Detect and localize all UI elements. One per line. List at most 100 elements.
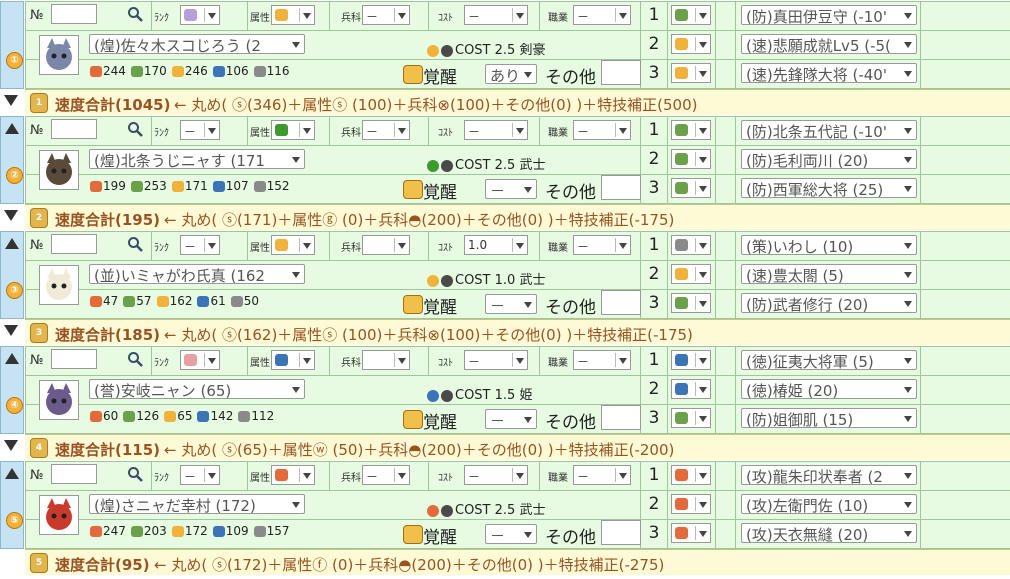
skill-select[interactable]: (徳)椿姫 (20) [741, 379, 917, 400]
rank-select[interactable] [180, 350, 220, 370]
heika-select[interactable] [362, 350, 410, 370]
job-select[interactable]: － [573, 5, 631, 25]
skill-select[interactable]: (防)西軍総大将 (25) [741, 178, 917, 199]
search-icon[interactable] [127, 466, 143, 482]
kakusei-select-value: － [490, 297, 506, 315]
skill-select[interactable]: (速)悲願成就Lv5 (-5( [741, 34, 917, 55]
cost-select[interactable]: － [464, 465, 528, 485]
other-input[interactable] [601, 175, 641, 200]
other-input[interactable] [601, 520, 641, 545]
cost-text: COST 2.5 武士 [455, 503, 546, 518]
skill-type-select[interactable] [671, 465, 711, 485]
chevron-down-icon [699, 272, 707, 278]
skill-select[interactable]: (防)武者修行 (20) [741, 293, 917, 314]
no-input[interactable] [51, 349, 97, 369]
skill-select[interactable]: (攻)左衛門佐 (10) [741, 494, 917, 515]
move-down-button[interactable] [4, 440, 18, 451]
skill-type-select[interactable] [671, 5, 711, 25]
chevron-down-icon [699, 157, 707, 163]
cost-select[interactable]: － [464, 120, 528, 140]
no-input[interactable] [51, 119, 97, 139]
search-icon[interactable] [127, 6, 143, 22]
kakusei-select[interactable]: － [485, 294, 537, 315]
unit-select[interactable]: (並)いミャがわ氏真 (162 [89, 264, 305, 285]
cost-label: ｺｽﾄ [438, 358, 453, 369]
skill-select[interactable]: (防)姐御肌 (15) [741, 408, 917, 429]
job-select[interactable]: － [573, 120, 631, 140]
attr-select[interactable] [271, 465, 315, 485]
cost-text: COST 2.5 武士 [455, 158, 546, 173]
chevron-down-icon [303, 13, 311, 19]
skill-type-select[interactable] [671, 264, 711, 284]
heika-select[interactable]: － [362, 120, 410, 140]
move-down-button[interactable] [4, 210, 18, 221]
unit-select[interactable]: (煌)北条うじニャす (171 [89, 149, 305, 170]
kakusei-select[interactable]: － [485, 409, 537, 430]
search-icon[interactable] [127, 236, 143, 252]
job-select[interactable]: － [573, 350, 631, 370]
kakusei-select[interactable]: あり [485, 64, 537, 85]
job-select-value: － [577, 470, 590, 484]
attr-select[interactable] [271, 120, 315, 140]
move-down-button[interactable] [4, 95, 18, 106]
no-input[interactable] [51, 464, 97, 484]
skill-select[interactable]: (防)北条五代記 (-10' [741, 120, 917, 141]
heika-select[interactable]: － [362, 465, 410, 485]
other-input[interactable] [601, 60, 641, 85]
skill-select[interactable]: (速)豊太閤 (5) [741, 264, 917, 285]
unit-select[interactable]: (煌)佐々木スコじろう (2 [89, 34, 305, 55]
skill-select[interactable]: (徳)征夷大将軍 (5) [741, 350, 917, 371]
skill-select[interactable]: (速)先鋒隊大将 (-40' [741, 63, 917, 84]
move-up-button[interactable] [5, 468, 19, 479]
cost-select[interactable]: － [464, 350, 528, 370]
rank-select[interactable]: － [180, 465, 220, 485]
defense-icon [675, 9, 688, 21]
other-input[interactable] [601, 290, 641, 315]
search-icon[interactable] [127, 351, 143, 367]
search-icon[interactable] [127, 121, 143, 137]
skill-type-select[interactable] [671, 293, 711, 313]
attr-select[interactable] [271, 235, 315, 255]
heika-select[interactable] [362, 235, 410, 255]
cost-select[interactable]: － [464, 5, 528, 25]
no-input[interactable] [51, 234, 97, 254]
skill-select[interactable]: (攻)天衣無縫 (20) [741, 523, 917, 544]
unit-select[interactable]: (煌)さニャだ幸村 (172) [89, 494, 305, 515]
kakusei-select[interactable]: － [485, 179, 537, 200]
skill-type-select[interactable] [671, 379, 711, 399]
rank-select[interactable]: － [180, 235, 220, 255]
cost-select[interactable]: 1.0 [464, 235, 528, 255]
move-up-button[interactable] [5, 238, 19, 249]
skill-select[interactable]: (攻)龍朱印状奉者 (2 [741, 465, 917, 486]
skill-type-select[interactable] [671, 494, 711, 514]
skill-select[interactable]: (策)いわし (10) [741, 235, 917, 256]
skill-type-select[interactable] [671, 350, 711, 370]
move-up-button[interactable] [5, 353, 19, 364]
skill-type-select[interactable] [671, 120, 711, 140]
skill-type-select[interactable] [671, 149, 711, 169]
rank-select[interactable] [180, 5, 220, 25]
skill-select[interactable]: (防)真田伊豆守 (-10' [741, 5, 917, 26]
skill-slot-number: 1 [648, 120, 660, 140]
skill-type-select[interactable] [671, 63, 711, 83]
skill-type-select[interactable] [671, 178, 711, 198]
job-select[interactable]: － [573, 465, 631, 485]
skill-type-select[interactable] [671, 235, 711, 255]
move-down-button[interactable] [4, 325, 18, 336]
no-input[interactable] [51, 4, 97, 24]
job-select[interactable]: － [573, 235, 631, 255]
attr-select[interactable] [271, 350, 315, 370]
kakusei-select[interactable]: － [485, 524, 537, 545]
job-select-value: － [577, 125, 590, 139]
skill-type-select[interactable] [671, 408, 711, 428]
unit-avatar [39, 265, 79, 305]
skill-select[interactable]: (防)毛利両川 (20) [741, 149, 917, 170]
skill-type-select[interactable] [671, 523, 711, 543]
heika-select[interactable]: － [362, 5, 410, 25]
move-up-button[interactable] [5, 123, 19, 134]
skill-type-select[interactable] [671, 34, 711, 54]
rank-select[interactable]: － [180, 120, 220, 140]
unit-select[interactable]: (誉)安岐ニャン (65) [89, 379, 305, 400]
other-input[interactable] [601, 405, 641, 430]
attr-select[interactable] [271, 5, 315, 25]
